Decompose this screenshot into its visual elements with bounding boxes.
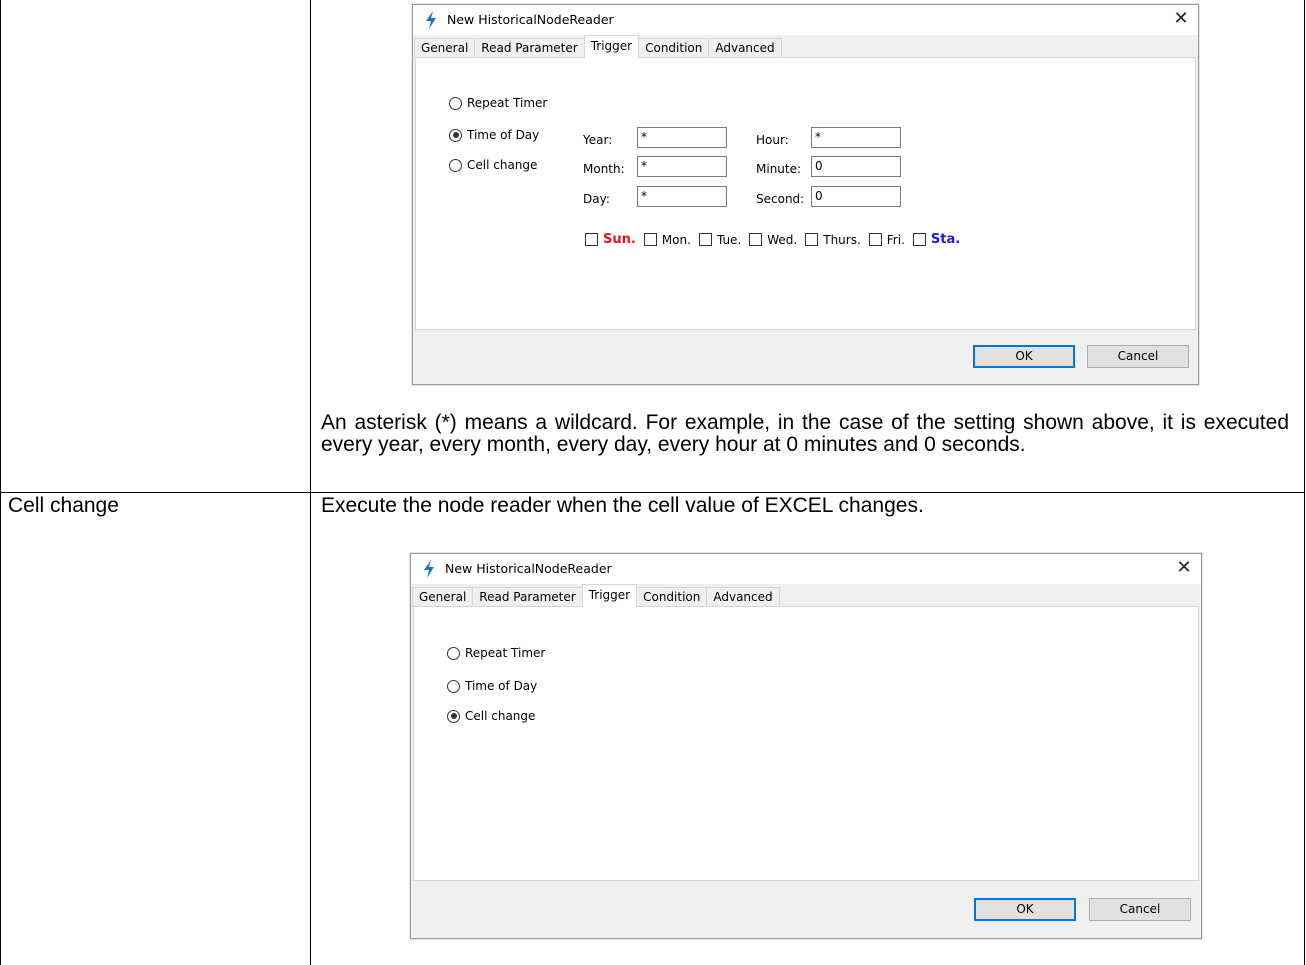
cancel-button[interactable]: Cancel: [1089, 898, 1191, 921]
tab-strip: General Read Parameter Trigger Condition…: [414, 35, 782, 58]
radio-label: Repeat Timer: [465, 646, 546, 660]
minute-label: Minute:: [756, 162, 802, 176]
weekday-label: Sta.: [930, 232, 961, 247]
radio-button[interactable]: [447, 679, 460, 693]
second-label: Second:: [756, 192, 805, 206]
tab-strip: General Read Parameter Trigger Condition…: [412, 584, 780, 607]
cancel-button[interactable]: Cancel: [1087, 345, 1189, 368]
tab-trigger[interactable]: Trigger: [583, 35, 640, 58]
dialog-titlebar: New HistoricalNodeReader ✕: [413, 5, 1198, 35]
hour-label: Hour:: [756, 133, 789, 147]
radio-time-of-day[interactable]: Time of Day: [449, 128, 539, 142]
weekday-monday[interactable]: Mon.: [643, 232, 691, 247]
tab-general[interactable]: General: [412, 587, 474, 607]
second-input[interactable]: 0: [811, 186, 901, 207]
weekday-label: Fri.: [886, 232, 905, 247]
checkbox[interactable]: [912, 233, 926, 246]
checkbox[interactable]: [698, 233, 712, 246]
dialog-title: New HistoricalNodeReader: [445, 561, 612, 576]
month-label: Month:: [583, 162, 625, 176]
checkbox[interactable]: [868, 233, 882, 246]
weekday-friday[interactable]: Fri.: [868, 232, 905, 247]
radio-button-checked[interactable]: [447, 709, 460, 723]
tab-condition[interactable]: Condition: [638, 38, 710, 58]
checkbox[interactable]: [643, 233, 657, 246]
tab-read-parameter[interactable]: Read Parameter: [472, 587, 583, 607]
checkbox[interactable]: [805, 233, 819, 246]
radio-label: Cell change: [465, 709, 536, 723]
tab-read-parameter[interactable]: Read Parameter: [474, 38, 585, 58]
wildcard-description: An asterisk (*) means a wildcard. For ex…: [321, 411, 1289, 456]
lightning-icon: [426, 11, 436, 29]
radio-repeat-timer[interactable]: Repeat Timer: [447, 646, 545, 660]
radio-label: Time of Day: [467, 128, 540, 142]
radio-button[interactable]: [447, 646, 460, 660]
minute-input[interactable]: 0: [811, 156, 901, 177]
dialog-time-of-day: New HistoricalNodeReader ✕ General Read …: [412, 4, 1199, 385]
radio-button-checked[interactable]: [449, 128, 462, 142]
checkbox[interactable]: [749, 233, 763, 246]
tab-advanced[interactable]: Advanced: [708, 38, 782, 58]
checkbox[interactable]: [585, 233, 598, 246]
ok-button[interactable]: OK: [974, 898, 1076, 921]
weekday-wednesday[interactable]: Wed.: [749, 233, 797, 247]
table-row-divider: [0, 492, 1305, 493]
weekday-label: Wed.: [767, 232, 798, 247]
radio-cell-change[interactable]: Cell change: [447, 709, 535, 723]
tab-general[interactable]: General: [414, 38, 476, 58]
day-input[interactable]: *: [637, 186, 727, 207]
dialog-title: New HistoricalNodeReader: [447, 12, 614, 27]
table-border-right: [1304, 0, 1305, 965]
table-border-left: [0, 0, 1, 965]
weekday-label: Sun.: [603, 232, 636, 247]
month-input[interactable]: *: [637, 156, 727, 177]
radio-button[interactable]: [449, 96, 462, 110]
year-label: Year:: [583, 133, 613, 147]
weekday-label: Thurs.: [823, 232, 861, 247]
trigger-panel: Repeat Timer Time of Day Cell change Yea…: [415, 57, 1196, 330]
dialog-titlebar: New HistoricalNodeReader ✕: [411, 554, 1201, 584]
hour-input[interactable]: *: [811, 127, 901, 148]
tab-condition[interactable]: Condition: [636, 587, 708, 607]
weekday-saturday[interactable]: Sta.: [912, 232, 961, 247]
weekday-label: Mon.: [661, 232, 691, 247]
lightning-icon: [424, 560, 434, 578]
trigger-panel: Repeat Timer Time of Day Cell change: [413, 606, 1199, 881]
ok-button[interactable]: OK: [973, 345, 1075, 368]
tab-advanced[interactable]: Advanced: [706, 587, 780, 607]
cell-change-description: Execute the node reader when the cell va…: [321, 494, 924, 517]
day-label: Day:: [583, 192, 610, 206]
year-input[interactable]: *: [637, 127, 727, 148]
close-button[interactable]: ✕: [1168, 7, 1194, 31]
radio-label: Time of Day: [465, 679, 538, 693]
radio-cell-change[interactable]: Cell change: [449, 158, 537, 172]
radio-button[interactable]: [449, 158, 462, 172]
dialog-cell-change: New HistoricalNodeReader ✕ General Read …: [410, 553, 1202, 939]
weekday-tuesday[interactable]: Tue.: [698, 232, 742, 247]
weekday-checkboxes: Sun. Mon. Tue. Wed. Thurs. Fri. Sta.: [585, 232, 968, 247]
weekday-label: Tue.: [716, 232, 742, 247]
weekday-sunday[interactable]: Sun.: [585, 232, 636, 247]
close-button[interactable]: ✕: [1171, 556, 1197, 580]
row-label-cell-change: Cell change: [8, 494, 119, 517]
radio-repeat-timer[interactable]: Repeat Timer: [449, 96, 547, 110]
radio-label: Repeat Timer: [467, 96, 548, 110]
table-column-divider: [310, 0, 311, 965]
radio-time-of-day[interactable]: Time of Day: [447, 679, 537, 693]
radio-label: Cell change: [467, 158, 538, 172]
tab-trigger[interactable]: Trigger: [581, 584, 638, 607]
weekday-thursday[interactable]: Thurs.: [805, 233, 861, 247]
